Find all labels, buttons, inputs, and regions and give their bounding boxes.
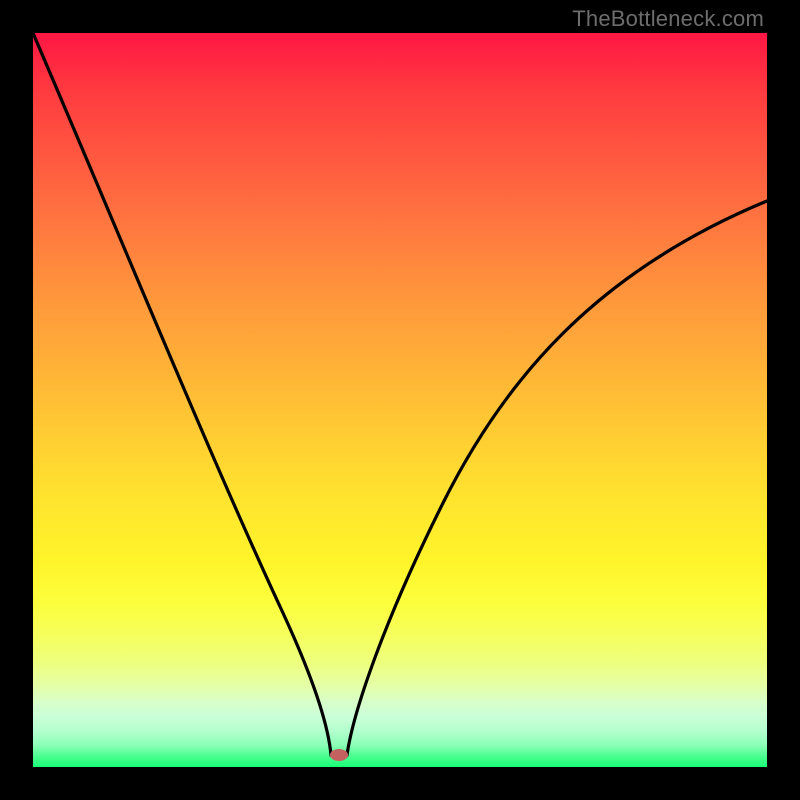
chart-frame: TheBottleneck.com: [0, 0, 800, 800]
watermark-text: TheBottleneck.com: [572, 6, 764, 32]
gradient-plot-area: [33, 33, 767, 767]
